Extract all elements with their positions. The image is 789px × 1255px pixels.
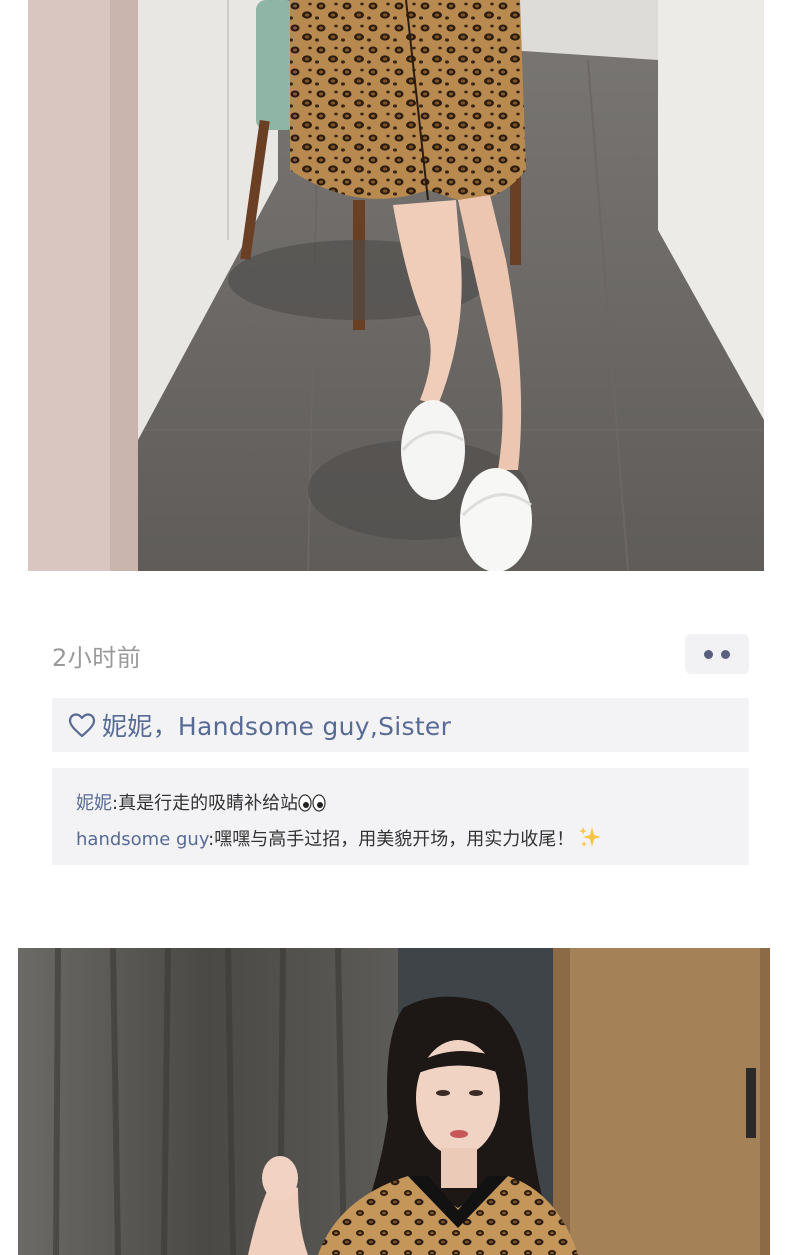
moment-meta-row: 2小时前 xyxy=(52,630,749,676)
comment-author[interactable]: 妮妮 xyxy=(76,793,112,814)
comment-author[interactable]: handsome guy xyxy=(76,829,208,850)
eyes-emoji-icon xyxy=(298,794,326,812)
comments-section: 妮妮:真是行走的吸睛补给站 handsome guy:嘿嘿与高手过招，用美貌开场… xyxy=(52,768,749,865)
likes-section: 妮妮，Handsome guy,Sister xyxy=(52,698,749,752)
photo-bottom-illustration xyxy=(18,948,770,1255)
more-dots-icon xyxy=(704,649,713,659)
more-options-button[interactable] xyxy=(685,634,749,674)
moment-photo-bottom[interactable] xyxy=(18,948,770,1255)
likes-names[interactable]: 妮妮，Handsome guy,Sister xyxy=(102,707,451,743)
comment-text: 真是行走的吸睛补给站 xyxy=(118,793,299,814)
comment-item[interactable]: 妮妮:真是行走的吸睛补给站 xyxy=(76,786,749,822)
heart-outline-icon xyxy=(68,713,96,738)
sparkles-emoji-icon xyxy=(579,827,602,847)
comment-item[interactable]: handsome guy:嘿嘿与高手过招，用美貌开场，用实力收尾！ xyxy=(76,822,749,858)
post-time: 2小时前 xyxy=(52,644,142,672)
photo-top-illustration xyxy=(28,0,764,571)
moment-photo-top[interactable] xyxy=(28,0,764,571)
comment-text: 嘿嘿与高手过招，用美貌开场，用实力收尾！ xyxy=(214,829,575,850)
more-dots-icon-dot xyxy=(721,649,730,659)
